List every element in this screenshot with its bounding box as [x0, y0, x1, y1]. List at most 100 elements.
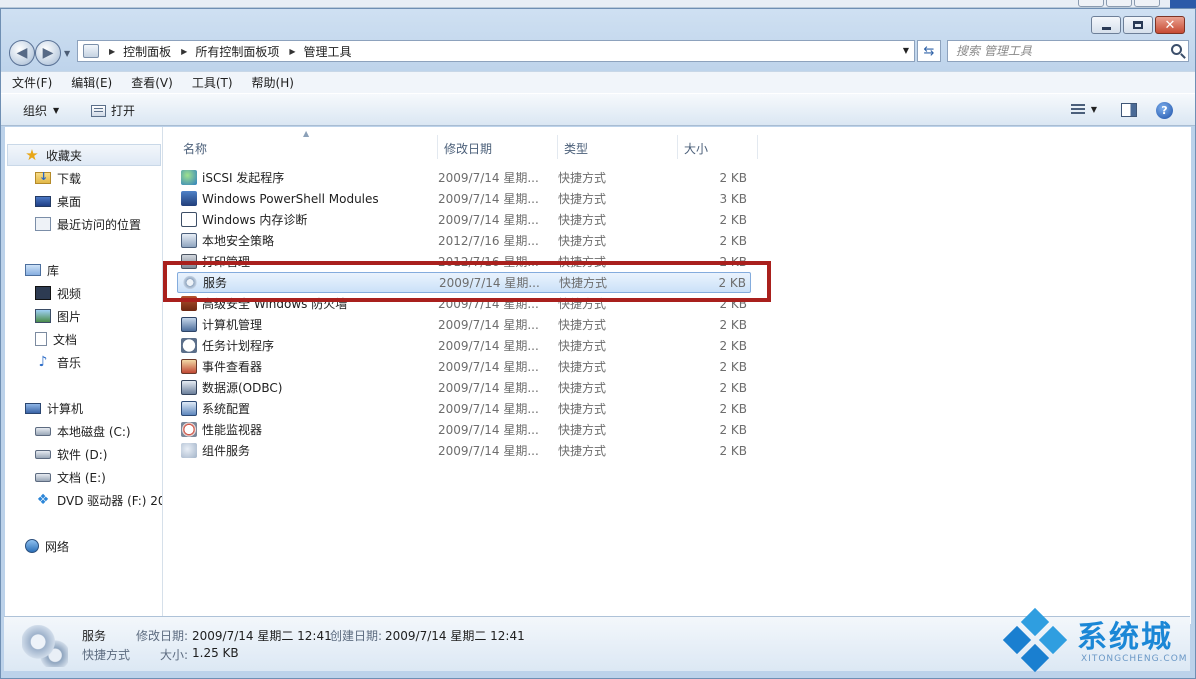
library-icon — [25, 264, 41, 276]
file-row[interactable]: 任务计划程序2009/7/14 星期...快捷方式2 KB — [177, 335, 751, 356]
back-button[interactable]: ◀ — [9, 40, 35, 66]
file-row[interactable]: 事件查看器2009/7/14 星期...快捷方式2 KB — [177, 356, 751, 377]
menu-tools[interactable]: 工具(T) — [189, 74, 236, 91]
column-divider[interactable] — [757, 135, 758, 159]
file-date: 2009/7/14 星期... — [439, 274, 549, 291]
sidebar-item-dvd-drive[interactable]: ❖ DVD 驱动器 (F:) 20 — [35, 489, 163, 511]
breadcrumb-admin-tools[interactable]: 管理工具 — [304, 43, 352, 60]
file-date: 2009/7/14 星期... — [438, 421, 548, 438]
file-row[interactable]: 高级安全 Windows 防火墙2009/7/14 星期...快捷方式2 KB — [177, 293, 751, 314]
file-row[interactable]: 服务2009/7/14 星期...快捷方式2 KB — [177, 272, 751, 293]
file-row[interactable]: 组件服务2009/7/14 星期...快捷方式2 KB — [177, 440, 751, 461]
sidebar-network[interactable]: 网络 — [25, 535, 69, 557]
system-config-icon — [181, 401, 197, 416]
performance-icon — [181, 422, 197, 437]
sidebar-item-drive-c[interactable]: 本地磁盘 (C:) — [35, 420, 131, 442]
file-size: 2 KB — [718, 276, 746, 290]
open-button[interactable]: 打开 — [91, 102, 135, 119]
preview-pane-icon[interactable] — [1121, 103, 1137, 117]
sidebar-label: 音乐 — [57, 354, 81, 371]
maximize-button[interactable] — [1123, 16, 1153, 34]
column-divider[interactable] — [437, 135, 438, 159]
column-divider[interactable] — [557, 135, 558, 159]
column-header-name[interactable]: 名称 — [183, 137, 207, 159]
globe-icon — [181, 170, 197, 185]
background-maximize-button — [1106, 0, 1132, 7]
menu-file[interactable]: 文件(F) — [9, 74, 55, 91]
file-row[interactable]: 计算机管理2009/7/14 星期...快捷方式2 KB — [177, 314, 751, 335]
printer-icon — [181, 254, 197, 269]
refresh-button[interactable]: ⇆ — [917, 40, 941, 62]
background-accent — [1170, 0, 1196, 8]
search-box[interactable] — [947, 40, 1189, 62]
breadcrumb-control-panel[interactable]: 控制面板 — [123, 43, 171, 60]
file-row[interactable]: iSCSI 发起程序2009/7/14 星期...快捷方式2 KB — [177, 167, 751, 188]
file-type: 快捷方式 — [558, 337, 606, 354]
sidebar-item-recent-places[interactable]: 最近访问的位置 — [35, 213, 141, 235]
sidebar-item-downloads[interactable]: 下载 — [35, 167, 81, 189]
sidebar-item-pictures[interactable]: 图片 — [35, 305, 81, 327]
database-icon — [181, 380, 197, 395]
breadcrumb-all-items[interactable]: 所有控制面板项 — [195, 43, 279, 60]
breadcrumb-separator-icon[interactable]: ▶ — [109, 47, 115, 56]
file-row[interactable]: Windows PowerShell Modules2009/7/14 星期..… — [177, 188, 751, 209]
column-header-date[interactable]: 修改日期 — [444, 137, 492, 159]
file-type: 快捷方式 — [558, 421, 606, 438]
menu-view[interactable]: 查看(V) — [128, 74, 176, 91]
breadcrumb-separator-icon[interactable]: ▶ — [289, 47, 295, 56]
search-input[interactable] — [948, 41, 1158, 61]
file-name: 任务计划程序 — [202, 337, 457, 354]
address-bar[interactable]: ▶ 控制面板 ▶ 所有控制面板项 ▶ 管理工具 ▼ — [77, 40, 915, 62]
sidebar-label: 文档 (E:) — [57, 469, 106, 486]
sidebar-item-drive-e[interactable]: 文档 (E:) — [35, 466, 106, 488]
file-size: 2 KB — [719, 297, 747, 311]
file-type: 快捷方式 — [559, 274, 607, 291]
search-icon[interactable] — [1171, 44, 1182, 55]
security-policy-icon — [181, 233, 197, 248]
file-name: 组件服务 — [202, 442, 457, 459]
video-icon — [35, 286, 51, 300]
minimize-icon — [1102, 27, 1111, 30]
address-dropdown-icon[interactable]: ▼ — [903, 46, 909, 55]
back-arrow-icon: ◀ — [17, 45, 28, 61]
change-view-button[interactable]: ▼ — [1071, 104, 1097, 115]
sidebar-item-documents[interactable]: 文档 — [35, 328, 77, 350]
organize-button[interactable]: 组织 ▼ — [23, 102, 59, 119]
file-date: 2009/7/14 星期... — [438, 337, 548, 354]
file-type: 快捷方式 — [558, 316, 606, 333]
file-row[interactable]: 系统配置2009/7/14 星期...快捷方式2 KB — [177, 398, 751, 419]
sidebar-libraries[interactable]: 库 — [25, 259, 59, 281]
file-name: 本地安全策略 — [202, 232, 457, 249]
column-header-type[interactable]: 类型 — [564, 137, 588, 159]
sidebar-item-desktop[interactable]: 桌面 — [35, 190, 81, 212]
computer-icon — [25, 403, 41, 414]
file-date: 2009/7/14 星期... — [438, 400, 548, 417]
explorer-window: ✕ ◀ ▶ ▼ ▶ 控制面板 ▶ 所有控制面板项 ▶ 管理工具 ▼ ⇆ 文件(F… — [0, 8, 1196, 679]
file-date: 2009/7/14 星期... — [438, 295, 548, 312]
close-button[interactable]: ✕ — [1155, 16, 1185, 34]
file-row[interactable]: Windows 内存诊断2009/7/14 星期...快捷方式2 KB — [177, 209, 751, 230]
file-row[interactable]: 性能监视器2009/7/14 星期...快捷方式2 KB — [177, 419, 751, 440]
file-row[interactable]: 打印管理2012/7/16 星期...快捷方式2 KB — [177, 251, 751, 272]
watermark-subtext: XITONGCHENG.COM — [1081, 654, 1188, 664]
file-row[interactable]: 数据源(ODBC)2009/7/14 星期...快捷方式2 KB — [177, 377, 751, 398]
sidebar-computer[interactable]: 计算机 — [25, 397, 83, 419]
file-type: 快捷方式 — [558, 358, 606, 375]
menu-help[interactable]: 帮助(H) — [249, 74, 297, 91]
column-header-size[interactable]: 大小 — [684, 137, 708, 159]
file-row[interactable]: 本地安全策略2012/7/16 星期...快捷方式2 KB — [177, 230, 751, 251]
sidebar-item-drive-d[interactable]: 软件 (D:) — [35, 443, 107, 465]
details-size-value: 1.25 KB — [192, 646, 239, 660]
close-icon: ✕ — [1165, 19, 1176, 32]
details-modified-value: 2009/7/14 星期二 12:41 — [192, 627, 332, 644]
sidebar-favorites[interactable]: ★ 收藏夹 — [7, 144, 161, 166]
minimize-button[interactable] — [1091, 16, 1121, 34]
sidebar-item-videos[interactable]: 视频 — [35, 282, 81, 304]
sidebar-item-music[interactable]: ♪ 音乐 — [35, 351, 81, 373]
menu-edit[interactable]: 编辑(E) — [68, 74, 115, 91]
recent-pages-dropdown[interactable]: ▼ — [64, 49, 70, 58]
breadcrumb-separator-icon[interactable]: ▶ — [181, 47, 187, 56]
column-divider[interactable] — [677, 135, 678, 159]
forward-button[interactable]: ▶ — [35, 40, 61, 66]
help-icon[interactable]: ? — [1156, 102, 1173, 119]
